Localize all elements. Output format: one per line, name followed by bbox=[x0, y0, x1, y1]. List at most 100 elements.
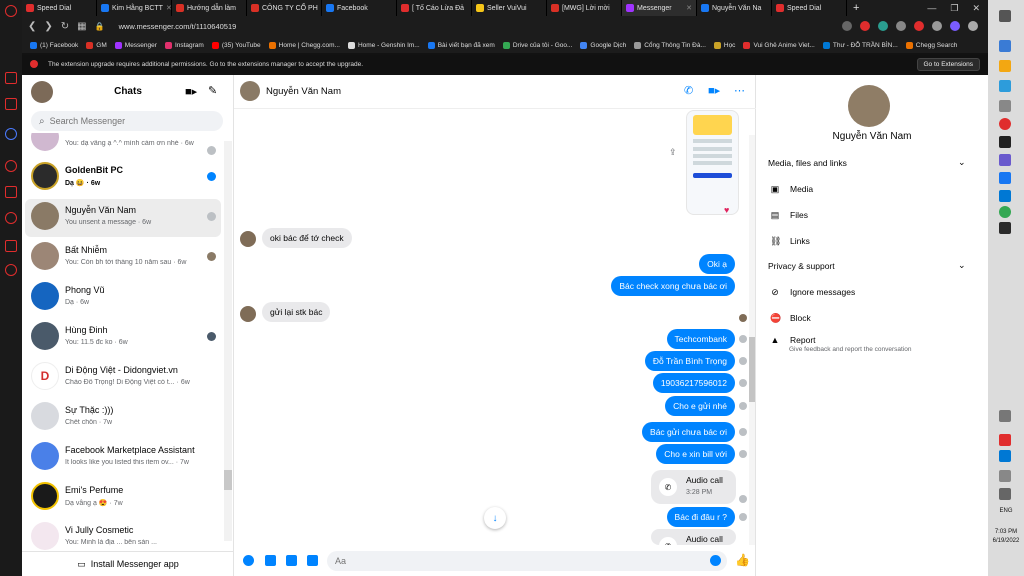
bookmark-item[interactable]: Cổng Thông Tin Đà... bbox=[634, 41, 706, 49]
bookmark-item[interactable]: Bài viết bạn đã xem bbox=[427, 41, 495, 49]
tab-seller[interactable]: Seller VuiVui bbox=[472, 0, 547, 16]
conversation-item[interactable]: You: dạ vâng ạ ^.^ mình cảm ơn nhé · 6w bbox=[25, 133, 221, 155]
settings-icon[interactable] bbox=[5, 264, 17, 276]
tab-mwg[interactable]: [MWG] Lời mời bbox=[547, 0, 622, 16]
back-icon[interactable]: ❮ bbox=[28, 21, 36, 32]
conversation-item[interactable]: Vi Jully Cosmetic You: Minh là địa ... b… bbox=[25, 519, 221, 551]
audio-call-card[interactable]: ✆ Audio call bbox=[651, 529, 736, 545]
home-icon[interactable] bbox=[5, 72, 17, 84]
maximize-icon[interactable]: ❐ bbox=[950, 3, 958, 14]
go-to-extensions-button[interactable]: Go to Extensions bbox=[916, 58, 980, 71]
bookmark-item[interactable]: Home - Genshin Im... bbox=[347, 41, 420, 49]
scrollbar-thumb[interactable] bbox=[749, 337, 755, 402]
tray-app-icon[interactable] bbox=[999, 434, 1011, 446]
taskbar-app-icon[interactable] bbox=[999, 100, 1011, 112]
taskbar-app-icon[interactable] bbox=[999, 136, 1011, 148]
conversation-item[interactable]: Phong Vũ Dạ · 6w bbox=[25, 279, 221, 317]
image-icon[interactable] bbox=[265, 555, 276, 566]
clock-icon[interactable] bbox=[5, 212, 17, 224]
report-item[interactable]: ▲ Report bbox=[770, 333, 816, 347]
clock-date[interactable]: 6/19/2022 bbox=[988, 538, 1024, 544]
bookmark-item[interactable]: Chegg Search bbox=[905, 41, 957, 49]
files-item[interactable]: ▤ Files bbox=[770, 208, 808, 222]
tray-app-icon[interactable] bbox=[999, 470, 1011, 482]
install-messenger-button[interactable]: ▭ Install Messenger app bbox=[22, 551, 234, 576]
bookmark-item[interactable]: Messenger bbox=[114, 41, 157, 49]
avatar[interactable] bbox=[848, 85, 890, 127]
bookmark-item[interactable]: Vui Ghê Anime Viet... bbox=[743, 41, 815, 49]
conversation-item[interactable]: Sự Thặc :))) Chết chôn · 7w bbox=[25, 399, 221, 437]
clock-time[interactable]: 7:03 PM bbox=[988, 529, 1024, 535]
box-icon[interactable] bbox=[5, 240, 17, 252]
media-files-links-section[interactable]: Media, files and links bbox=[768, 158, 847, 168]
search-input[interactable] bbox=[49, 116, 200, 126]
vpn-icon[interactable] bbox=[914, 21, 924, 31]
profile-icon[interactable] bbox=[950, 21, 960, 31]
emoji-icon[interactable] bbox=[710, 555, 721, 566]
image-attachment[interactable] bbox=[686, 110, 739, 215]
url-field[interactable]: www.messenger.com/t/1110640519 bbox=[119, 22, 237, 31]
tab-speed-dial-2[interactable]: Speed Dial bbox=[772, 0, 847, 16]
bookmark-item[interactable]: Google Dịch bbox=[580, 41, 626, 49]
speed-dial-icon[interactable]: ▦ bbox=[77, 21, 86, 32]
video-call-icon[interactable]: ■▸ bbox=[708, 84, 720, 97]
scroll-to-bottom-button[interactable]: ↓ bbox=[484, 507, 506, 529]
thumbs-up-icon[interactable]: 👍 bbox=[735, 553, 750, 567]
ignore-messages-item[interactable]: ⊘ Ignore messages bbox=[770, 285, 855, 299]
menu-icon[interactable] bbox=[968, 21, 978, 31]
bookmark-item[interactable]: Học bbox=[713, 41, 735, 49]
close-icon[interactable]: ✕ bbox=[166, 4, 171, 12]
whatsapp-icon[interactable] bbox=[5, 160, 17, 172]
close-window-icon[interactable]: ✕ bbox=[972, 3, 980, 14]
reload-icon[interactable]: ↻ bbox=[61, 21, 69, 32]
share-icon[interactable]: ⇪ bbox=[669, 147, 677, 158]
heart-icon[interactable] bbox=[896, 21, 906, 31]
messenger-icon[interactable] bbox=[5, 128, 17, 140]
links-item[interactable]: ⛓ Links bbox=[770, 234, 810, 248]
bookmark-item[interactable]: Thư - ĐỖ TRẦN BÌN... bbox=[822, 41, 898, 49]
keyboard-icon[interactable] bbox=[999, 488, 1011, 500]
extension-icon[interactable] bbox=[878, 21, 888, 31]
bookmark-item[interactable]: Home | Chegg.com... bbox=[268, 41, 340, 49]
minimize-icon[interactable]: — bbox=[927, 3, 936, 13]
chevron-down-icon[interactable]: ⌄ bbox=[958, 260, 966, 271]
more-options-icon[interactable]: ⋯ bbox=[734, 84, 745, 97]
plus-icon[interactable] bbox=[243, 555, 254, 566]
download-icon[interactable] bbox=[932, 21, 942, 31]
scrollbar-thumb[interactable] bbox=[224, 470, 232, 490]
taskbar-app-icon[interactable] bbox=[999, 40, 1011, 52]
privacy-support-section[interactable]: Privacy & support bbox=[768, 261, 835, 271]
bookmark-item[interactable]: (1) Facebook bbox=[30, 41, 78, 49]
twitch-icon[interactable] bbox=[5, 98, 17, 110]
tab-speed-dial[interactable]: Speed Dial bbox=[22, 0, 97, 16]
tab-nguyen-van-nam[interactable]: Nguyễn Văn Na bbox=[697, 0, 772, 16]
conversation-item[interactable]: GoldenBit PC Dạ 😆 · 6w bbox=[25, 159, 221, 197]
taskbar-app-icon[interactable] bbox=[999, 80, 1011, 92]
conversation-item[interactable]: Hùng Đinh You: 11.5 đc ko · 6w bbox=[25, 319, 221, 357]
conversation-item[interactable]: D Di Động Việt - Didongviet.vn Chào Đỗ T… bbox=[25, 359, 221, 397]
taskbar-app-icon[interactable] bbox=[999, 222, 1011, 234]
avatar[interactable] bbox=[240, 81, 260, 101]
bookmark-item[interactable]: Drive của tôi - Goo... bbox=[502, 41, 572, 49]
conversation-item[interactable]: Facebook Marketplace Assistant It looks … bbox=[25, 439, 221, 477]
send-icon[interactable] bbox=[5, 186, 17, 198]
conversation-item-selected[interactable]: Nguyễn Văn Nam You unsent a message · 6w bbox=[25, 199, 221, 237]
tab-kim-hang[interactable]: Kim Hằng BCTT ✕ bbox=[97, 0, 172, 16]
network-icon[interactable] bbox=[999, 410, 1011, 422]
search-box[interactable]: ⌕ bbox=[31, 111, 223, 131]
adblock-icon[interactable] bbox=[860, 21, 870, 31]
audio-call-card[interactable]: ✆ Audio call 3:28 PM bbox=[651, 470, 736, 504]
block-item[interactable]: ⛔ Block bbox=[770, 311, 811, 325]
taskbar-app-icon[interactable] bbox=[999, 172, 1011, 184]
opera-icon[interactable] bbox=[5, 5, 17, 17]
conversation-item[interactable]: Emi's Perfume Dạ vâng ạ 😍 · 7w bbox=[25, 479, 221, 517]
new-message-icon[interactable]: ✎ bbox=[208, 84, 217, 97]
edge-icon[interactable] bbox=[999, 190, 1011, 202]
media-item[interactable]: ▣ Media bbox=[770, 182, 813, 196]
taskbar-app-icon[interactable] bbox=[999, 154, 1011, 166]
tab-huong-dan[interactable]: Hướng dẫn làm bbox=[172, 0, 247, 16]
chevron-down-icon[interactable]: ⌄ bbox=[958, 157, 966, 168]
camera-icon[interactable] bbox=[842, 21, 852, 31]
close-icon[interactable]: ✕ bbox=[686, 4, 692, 12]
bookmark-item[interactable]: (35) YouTube bbox=[211, 41, 261, 49]
